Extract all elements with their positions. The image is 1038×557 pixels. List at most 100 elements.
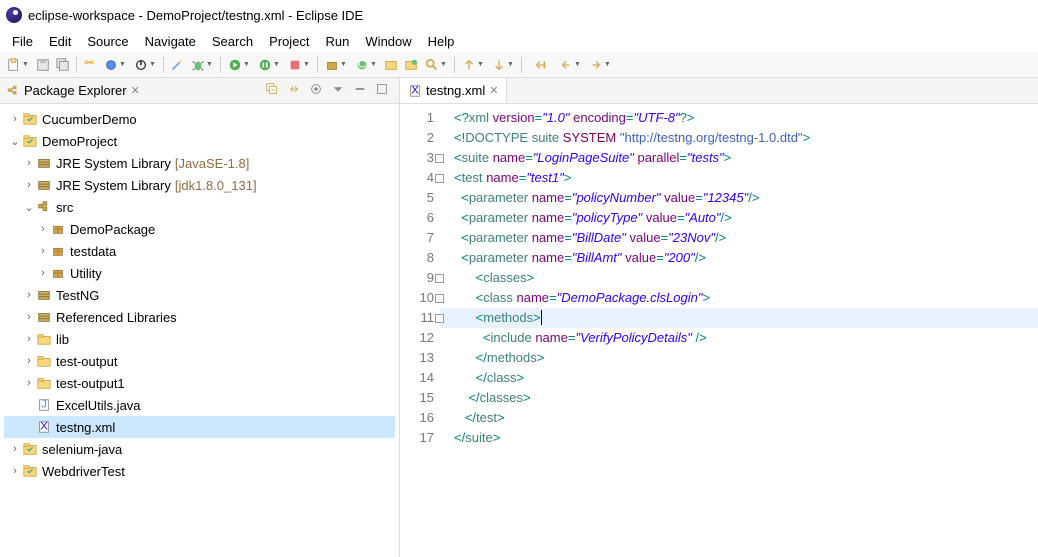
back-button[interactable]: ▼ <box>556 56 584 74</box>
tree-twisty[interactable]: › <box>22 289 36 301</box>
forward-button[interactable]: ▼ <box>586 56 614 74</box>
tree-item[interactable]: ›test-output <box>4 350 395 372</box>
menu-run[interactable]: Run <box>318 32 358 51</box>
minimize-view-button[interactable] <box>349 82 371 99</box>
tree-item[interactable]: ⌄DemoProject <box>4 130 395 152</box>
tree-twisty[interactable]: › <box>22 157 36 169</box>
tree-item[interactable]: ›testdata <box>4 240 395 262</box>
menu-navigate[interactable]: Navigate <box>137 32 204 51</box>
tree-twisty[interactable]: › <box>8 465 22 477</box>
tree-item[interactable]: ›DemoPackage <box>4 218 395 240</box>
wand-button[interactable] <box>168 56 186 74</box>
code-line[interactable]: <!DOCTYPE suite SYSTEM "http://testng.or… <box>440 128 1038 148</box>
code-line[interactable]: </classes> <box>440 388 1038 408</box>
tree-twisty[interactable]: › <box>8 113 22 125</box>
line-number[interactable]: 14 <box>402 368 434 388</box>
code-editor[interactable]: 1234567891011121314151617 <?xml version=… <box>400 104 1038 557</box>
tree-twisty[interactable]: › <box>22 355 36 367</box>
tree-item[interactable]: ›test-output1 <box>4 372 395 394</box>
menu-window[interactable]: Window <box>357 32 419 51</box>
run-last-button[interactable]: ▼ <box>285 56 313 74</box>
code-line[interactable]: <include name="VerifyPolicyDetails" /> <box>440 328 1038 348</box>
close-tab-icon[interactable]: ✕ <box>489 84 498 97</box>
collapse-all-button[interactable] <box>261 82 283 99</box>
code-line[interactable]: <parameter name="policyType" value="Auto… <box>440 208 1038 228</box>
tree-item[interactable]: ›Utility <box>4 262 395 284</box>
code-line[interactable]: <parameter name="BillDate" value="23Nov"… <box>440 228 1038 248</box>
tree-item[interactable]: ›Referenced Libraries <box>4 306 395 328</box>
menu-source[interactable]: Source <box>79 32 136 51</box>
view-menu-button[interactable] <box>327 82 349 99</box>
maximize-view-button[interactable] <box>371 82 393 99</box>
line-number[interactable]: 6 <box>402 208 434 228</box>
menu-edit[interactable]: Edit <box>41 32 79 51</box>
editor-tab-testng[interactable]: X testng.xml ✕ <box>400 78 507 103</box>
line-number[interactable]: 15 <box>402 388 434 408</box>
tree-twisty[interactable]: › <box>22 311 36 323</box>
tree-twisty[interactable]: › <box>22 179 36 191</box>
prev-annotation-button[interactable]: ▼ <box>459 56 487 74</box>
editor-gutter[interactable]: 1234567891011121314151617 <box>400 104 440 557</box>
open-task-button[interactable] <box>402 56 420 74</box>
tree-twisty[interactable]: ⌄ <box>22 201 36 214</box>
tree-item[interactable]: ›selenium-java <box>4 438 395 460</box>
line-number[interactable]: 12 <box>402 328 434 348</box>
tree-twisty[interactable]: › <box>36 267 50 279</box>
tree-item[interactable]: ›lib <box>4 328 395 350</box>
tree-twisty[interactable]: › <box>36 245 50 257</box>
code-line[interactable]: <class name="DemoPackage.clsLogin"> <box>440 288 1038 308</box>
line-number[interactable]: 13 <box>402 348 434 368</box>
focus-task-button[interactable] <box>305 82 327 99</box>
code-line[interactable]: <suite name="LoginPageSuite" parallel="t… <box>440 148 1038 168</box>
tree-item[interactable]: ›JRE System Library[JavaSE-1.8] <box>4 152 395 174</box>
code-line[interactable]: <methods> <box>440 308 1038 328</box>
new-button[interactable]: ▼ <box>4 56 32 74</box>
menu-project[interactable]: Project <box>261 32 317 51</box>
line-number[interactable]: 10 <box>402 288 434 308</box>
new-class-button[interactable]: C▼ <box>352 56 380 74</box>
line-number[interactable]: 1 <box>402 108 434 128</box>
line-number[interactable]: 3 <box>402 148 434 168</box>
code-line[interactable]: <parameter name="BillAmt" value="200"/> <box>440 248 1038 268</box>
code-line[interactable]: <parameter name="policyNumber" value="12… <box>440 188 1038 208</box>
line-number[interactable]: 7 <box>402 228 434 248</box>
next-annotation-button[interactable]: ▼ <box>489 56 517 74</box>
coverage-run-button[interactable]: ▼ <box>255 56 283 74</box>
line-number[interactable]: 17 <box>402 428 434 448</box>
code-line[interactable]: </test> <box>440 408 1038 428</box>
menu-file[interactable]: File <box>4 32 41 51</box>
search-button[interactable]: ▼ <box>422 56 450 74</box>
tree-item[interactable]: ⌄src <box>4 196 395 218</box>
code-line[interactable]: <classes> <box>440 268 1038 288</box>
tree-twisty[interactable]: › <box>22 333 36 345</box>
new-package-button[interactable]: ▼ <box>322 56 350 74</box>
run-button[interactable]: ▼ <box>225 56 253 74</box>
save-button[interactable] <box>34 56 52 74</box>
tree-twisty[interactable]: › <box>36 223 50 235</box>
code-line[interactable]: <?xml version="1.0" encoding="UTF-8"?> <box>440 108 1038 128</box>
coverage-button[interactable]: ▼ <box>131 56 159 74</box>
close-view-icon[interactable]: ✕ <box>131 84 140 97</box>
tree-item[interactable]: JExcelUtils.java <box>4 394 395 416</box>
toggle-breadcrumb-button[interactable] <box>81 56 99 74</box>
tree-twisty[interactable]: › <box>8 443 22 455</box>
tree-item[interactable]: ›WebdriverTest <box>4 460 395 482</box>
tree-item[interactable]: ›TestNG <box>4 284 395 306</box>
line-number[interactable]: 2 <box>402 128 434 148</box>
tree-twisty[interactable]: › <box>22 377 36 389</box>
tree-item[interactable]: ›CucumberDemo <box>4 108 395 130</box>
last-edit-button[interactable] <box>526 56 554 74</box>
project-tree[interactable]: ›CucumberDemo⌄DemoProject›JRE System Lib… <box>0 104 399 557</box>
code-line[interactable]: </methods> <box>440 348 1038 368</box>
menu-search[interactable]: Search <box>204 32 261 51</box>
line-number[interactable]: 11 <box>402 308 434 328</box>
save-all-button[interactable] <box>54 56 72 74</box>
open-type-button[interactable] <box>382 56 400 74</box>
skip-breakpoints-button[interactable]: ▼ <box>101 56 129 74</box>
link-editor-button[interactable] <box>283 82 305 99</box>
code-line[interactable]: <test name="test1"> <box>440 168 1038 188</box>
editor-code-area[interactable]: <?xml version="1.0" encoding="UTF-8"?><!… <box>440 104 1038 557</box>
line-number[interactable]: 9 <box>402 268 434 288</box>
tree-item[interactable]: ›JRE System Library[jdk1.8.0_131] <box>4 174 395 196</box>
menu-help[interactable]: Help <box>420 32 463 51</box>
